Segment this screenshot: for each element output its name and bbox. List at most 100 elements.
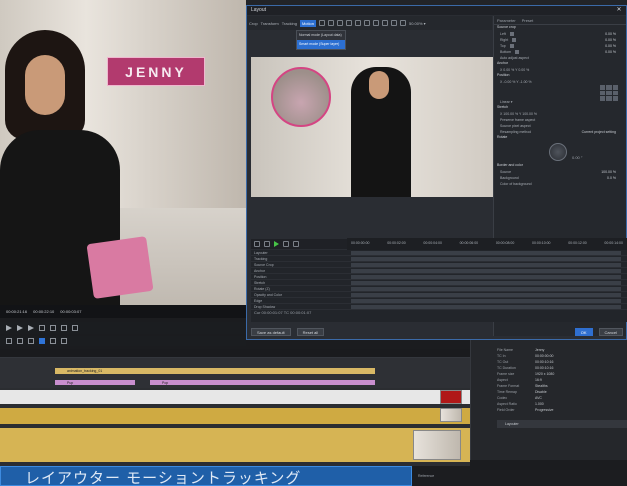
play-icon[interactable] (6, 325, 12, 331)
background-value[interactable]: 0.0 % (607, 176, 626, 180)
overwrite-icon[interactable] (72, 325, 78, 331)
fit-icon[interactable] (345, 20, 352, 26)
layer-list-item[interactable]: Layouter (497, 420, 627, 428)
slider-handle[interactable] (509, 32, 514, 36)
timeline-toolbar (0, 336, 246, 346)
ruler-tick-label: 00:00:10:00 (532, 241, 551, 245)
step-forward-icon[interactable] (17, 325, 23, 331)
tab-tracking[interactable]: Tracking (282, 21, 297, 26)
resampling-dropdown[interactable]: Current project setting (582, 130, 626, 134)
redo-icon[interactable] (381, 20, 388, 26)
timeline-clip[interactable]: Pop (150, 380, 375, 385)
name-title-overlay: JENNY (107, 57, 205, 86)
crop-top-value[interactable]: 0.00 % (605, 44, 626, 48)
dialog-timeline-ruler[interactable]: 00:00:00:00 00:00:02:00 00:00:04:00 00:0… (347, 238, 627, 250)
resampling-label: Resampling method (500, 130, 532, 134)
player-preview: JENNY 00:00:21:16 00:00:22:10 00:00:03:0… (0, 0, 246, 318)
info-key: Field Order (497, 408, 515, 412)
track-lane-gold[interactable] (0, 408, 470, 424)
clip-info-panel: File Name Jenny TC In 00:00:00:00 TC Out 00… (470, 340, 627, 460)
keyframe-add-icon[interactable] (264, 241, 270, 247)
track-bar (351, 269, 621, 273)
cut-icon[interactable] (6, 338, 12, 344)
mode-option-smart[interactable]: Smart mode (Super layer) (297, 40, 345, 49)
tab-motion[interactable]: Motion (299, 19, 316, 27)
mode-option-normal[interactable]: Normal mode (Layout data) (297, 31, 345, 40)
reset-all-button[interactable]: Reset all (296, 327, 325, 336)
insert-icon[interactable] (61, 325, 67, 331)
picture-in-picture-circle[interactable] (271, 67, 331, 127)
overlay-icon[interactable] (399, 20, 406, 26)
grid-icon[interactable] (354, 20, 361, 26)
zoom-icon[interactable] (327, 20, 334, 26)
select-icon[interactable] (318, 20, 325, 26)
track-lane-white[interactable] (0, 390, 470, 404)
close-icon[interactable]: ✕ (615, 6, 623, 15)
timeline-tracks: animation_tracking_01 Pup Pop (0, 358, 470, 466)
track-bar (351, 299, 621, 303)
dialog-person-face (369, 71, 389, 99)
slider-handle[interactable] (509, 44, 514, 48)
hand-icon[interactable] (336, 20, 343, 26)
track-label: Opacity and Color (254, 292, 283, 297)
tab-transform[interactable]: Transform (261, 21, 279, 26)
info-value: Progressive (535, 408, 554, 412)
timeline-clip[interactable]: Pup (55, 380, 135, 385)
clip-thumbnail (440, 390, 462, 404)
track-label: Anchor (254, 268, 266, 273)
dialog-preview[interactable] (251, 57, 493, 197)
source-value[interactable]: 100.00 % (601, 170, 626, 174)
track-label: Position (254, 274, 267, 279)
track-label: Source Crop (254, 262, 274, 267)
tab-parameter[interactable]: Parameter (497, 18, 516, 23)
position-pad-row (494, 85, 626, 101)
cancel-button[interactable]: Cancel (598, 327, 623, 336)
timecode-in: 00:00:21:16 (6, 309, 28, 314)
position-direction-pad[interactable] (600, 85, 618, 101)
slider-handle[interactable] (515, 50, 520, 54)
in-point-icon[interactable] (39, 325, 45, 331)
track-row[interactable]: Drop Shadow (251, 304, 627, 310)
safe-area-icon[interactable] (363, 20, 370, 26)
loop-icon[interactable] (283, 241, 289, 247)
fast-forward-icon[interactable] (28, 325, 34, 331)
dialog-title: Layout (247, 6, 626, 15)
undo-icon[interactable] (372, 20, 379, 26)
crop-left-value[interactable]: 0.00 % (605, 32, 626, 36)
marker-icon[interactable] (28, 338, 34, 344)
tab-preset[interactable]: Preset (522, 18, 534, 23)
keyframe-prev-icon[interactable] (254, 241, 260, 247)
rotate-knob[interactable] (549, 143, 567, 161)
keyframe-next-icon[interactable] (293, 241, 299, 247)
person-face (25, 55, 65, 115)
track-lane-gold[interactable] (0, 428, 470, 462)
zoom-dropdown[interactable]: 50.00% ▾ (409, 21, 426, 26)
snap-icon[interactable] (39, 338, 45, 344)
background-color-row[interactable]: Color of background (494, 181, 626, 187)
timeline-ruler[interactable] (0, 349, 470, 358)
out-point-icon[interactable] (50, 325, 56, 331)
play-icon[interactable] (274, 241, 279, 247)
rotate-knob-row: 0.00 ° (494, 141, 626, 163)
shopping-bag (86, 236, 154, 299)
layout-icon[interactable] (50, 338, 56, 344)
dialog-toolbar: Crop Transform Tracking Motion 50.00% ▾ (247, 16, 492, 30)
preview-timecode-bar: 00:00:21:16 00:00:22:10 00:00:03:07 (0, 305, 246, 318)
track-bar (351, 305, 621, 309)
crop-bottom-value[interactable]: 0.00 % (605, 50, 626, 54)
tab-crop[interactable]: Crop (249, 21, 258, 26)
slider-handle[interactable] (512, 38, 517, 42)
fullscreen-icon[interactable] (390, 20, 397, 26)
crop-right-value[interactable]: 0.00 % (605, 38, 626, 42)
ok-button[interactable]: OK (574, 327, 593, 336)
crop-left-label: Left (500, 32, 506, 36)
save-as-default-button[interactable]: Save as default (251, 327, 291, 336)
filter-icon[interactable] (61, 338, 67, 344)
dialog-keyframe-tracks: Layouter Tracking Source Crop Anchor Pos… (251, 250, 627, 322)
rotate-value[interactable]: 0.00 ° (572, 155, 583, 160)
timeline-clip[interactable]: animation_tracking_01 (55, 368, 375, 374)
track-bar (351, 263, 621, 267)
ripple-icon[interactable] (17, 338, 23, 344)
parameter-tabs: Parameter Preset (494, 16, 626, 25)
ruler-tick-label: 00:00:14:00 (604, 241, 623, 245)
